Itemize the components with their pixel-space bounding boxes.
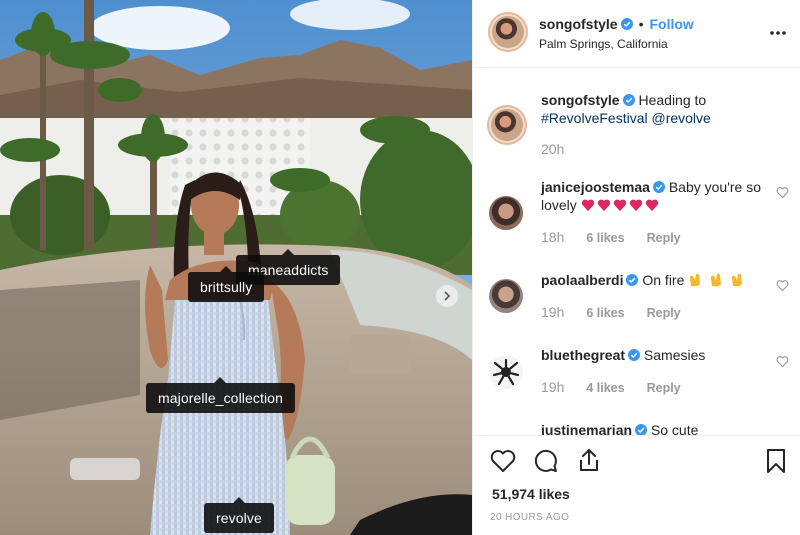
comment-time: 19h — [541, 379, 565, 395]
comment-username[interactable]: bluethegreat — [541, 347, 625, 363]
comment-body: Samesies — [643, 347, 706, 363]
comment-username[interactable]: janicejoostemaa — [541, 179, 650, 195]
comment-text: paolaalberdi On fire — [541, 271, 776, 289]
comment-time: 18h — [541, 229, 565, 245]
verified-badge-icon — [628, 349, 641, 361]
verified-badge-icon — [652, 181, 665, 193]
share-icon[interactable] — [577, 447, 601, 473]
avatar[interactable] — [487, 105, 527, 145]
post-photo[interactable]: maneaddicts brittsully majorelle_collect… — [0, 0, 472, 535]
more-options-icon[interactable] — [770, 30, 786, 36]
caption-username[interactable]: songofstyle — [541, 92, 620, 108]
reply-button[interactable]: Reply — [647, 231, 681, 245]
red-heart-emojis — [581, 197, 659, 213]
caption-time: 20h — [541, 141, 565, 157]
verified-badge-icon — [622, 94, 635, 106]
comment-likes[interactable]: 6 likes — [586, 231, 624, 245]
follow-button[interactable]: Follow — [649, 16, 693, 32]
photo-tag[interactable]: revolve — [204, 497, 274, 533]
comment-meta: 19h 6 likes Reply — [541, 304, 681, 320]
caption-line-links[interactable]: #RevolveFestival @revolve — [541, 110, 711, 126]
save-bookmark-icon[interactable] — [766, 448, 786, 474]
avatar[interactable] — [489, 196, 523, 230]
like-comment-heart-icon[interactable] — [776, 186, 789, 199]
comment-body: On fire — [642, 272, 685, 288]
photo-tag[interactable]: majorelle_collection — [146, 377, 295, 413]
comment-username[interactable]: paolaalberdi — [541, 272, 623, 288]
verified-badge-icon — [635, 424, 648, 435]
chevron-right-icon — [444, 291, 451, 301]
comments-list[interactable]: songofstyle Heading to #RevolveFestival … — [473, 69, 800, 435]
photo-tag[interactable]: brittsully — [188, 266, 265, 302]
comment-body: Baby you're so — [668, 179, 761, 195]
avatar[interactable] — [489, 355, 523, 389]
caption-line: Heading to — [638, 92, 707, 108]
red-heart-icon — [581, 199, 658, 211]
next-photo-button[interactable] — [436, 285, 458, 307]
comment-text: janicejoostemaa Baby you're so lovely — [541, 178, 776, 214]
comment-likes[interactable]: 4 likes — [586, 381, 624, 395]
likes-count[interactable]: 51,974 likes — [492, 486, 570, 502]
comment-meta: 18h 6 likes Reply — [541, 229, 681, 245]
post-username[interactable]: songofstyle — [539, 16, 618, 32]
comment-time: 19h — [541, 304, 565, 320]
comment-meta: 19h 4 likes Reply — [541, 379, 681, 395]
comment-text: justinemarian So cute — [541, 421, 776, 435]
avatar[interactable] — [488, 12, 528, 52]
comment-body: So cute — [650, 422, 699, 435]
caption-meta: 20h — [541, 141, 586, 157]
like-comment-heart-icon[interactable] — [776, 279, 789, 292]
like-comment-heart-icon[interactable] — [776, 355, 789, 368]
location-link[interactable]: Palm Springs, California — [539, 37, 668, 51]
comment-text: bluethegreat Samesies — [541, 346, 776, 364]
caption-text: songofstyle Heading to #RevolveFestival … — [541, 91, 786, 127]
clapping-hands-icon — [690, 273, 743, 287]
like-heart-icon[interactable] — [490, 449, 516, 473]
post-panel: songofstyle • Follow Palm Springs, Califor… — [472, 0, 800, 535]
verified-badge-icon — [620, 18, 633, 30]
post-timestamp: 20 HOURS AGO — [490, 512, 570, 523]
comment-bubble-icon[interactable] — [534, 449, 558, 473]
avatar-graphic — [492, 358, 520, 386]
comment-username[interactable]: justinemarian — [541, 422, 632, 435]
post-header: songofstyle • Follow Palm Springs, Califor… — [473, 0, 800, 68]
comment-likes[interactable]: 6 likes — [586, 306, 624, 320]
reply-button[interactable]: Reply — [647, 381, 681, 395]
comment-body: lovely — [541, 197, 577, 213]
reply-button[interactable]: Reply — [647, 306, 681, 320]
verified-badge-icon — [626, 274, 639, 286]
separator-dot: • — [638, 16, 644, 32]
avatar[interactable] — [489, 279, 523, 313]
